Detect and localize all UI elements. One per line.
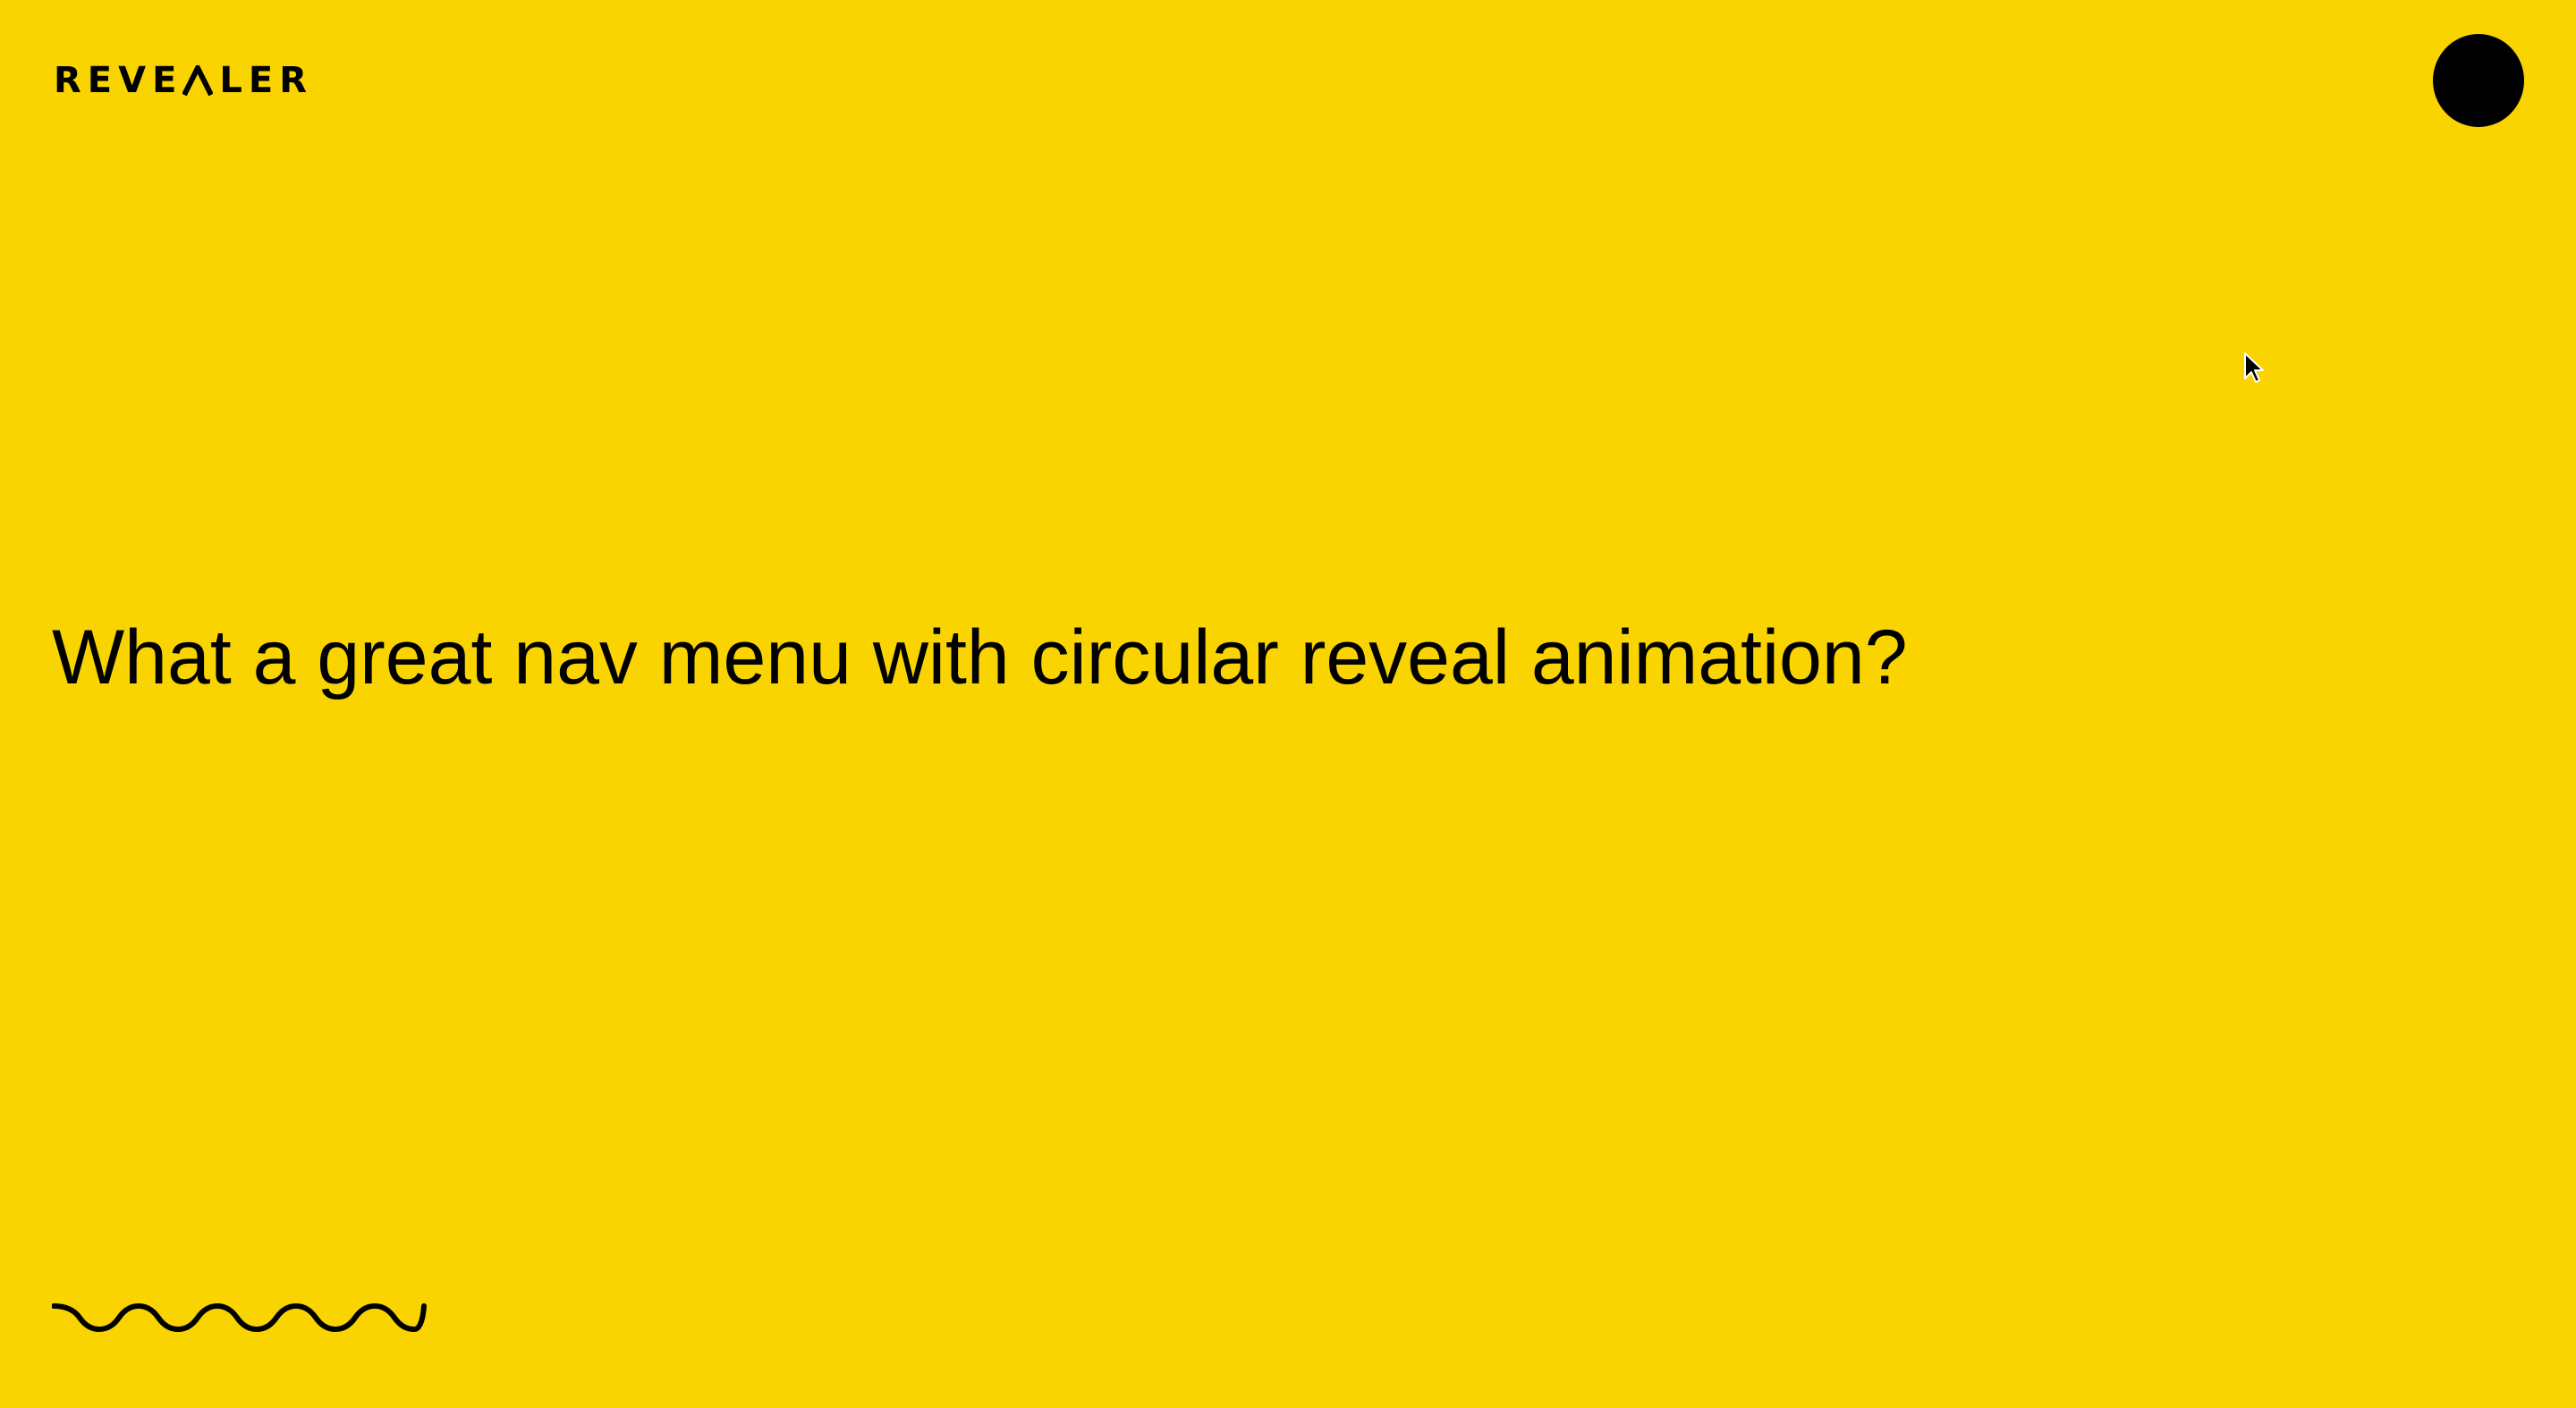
page-headline: What a great nav menu with circular reve… bbox=[52, 615, 1908, 700]
brand-logo[interactable]: REVE LER bbox=[54, 59, 313, 102]
wavy-line-icon bbox=[52, 1303, 427, 1332]
inverted-v-icon bbox=[182, 65, 214, 96]
logo-text-prefix: REVE bbox=[54, 60, 183, 101]
mouse-pointer-icon bbox=[2244, 352, 2264, 383]
menu-toggle-button[interactable] bbox=[2433, 34, 2524, 127]
logo-text-suffix: LER bbox=[219, 60, 314, 101]
